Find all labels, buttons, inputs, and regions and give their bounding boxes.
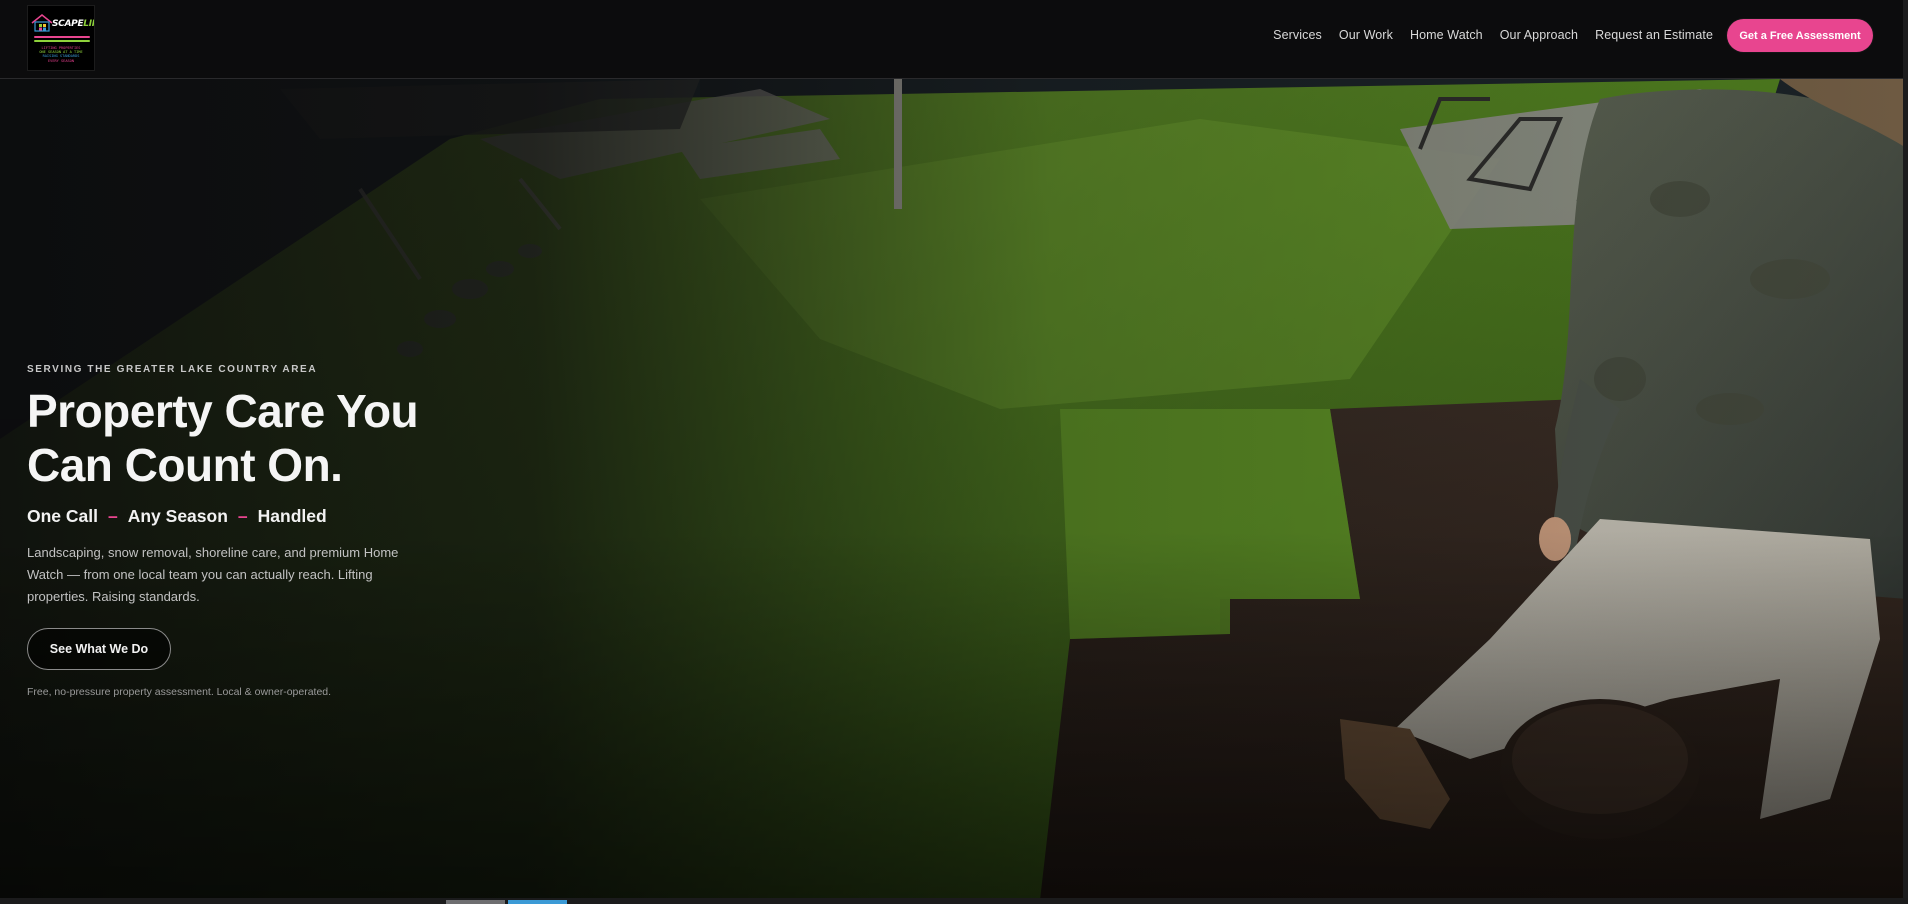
nav-request-estimate[interactable]: Request an Estimate <box>1595 28 1713 42</box>
hero-headline: Property Care You Can Count On. <box>27 384 547 492</box>
free-assessment-button[interactable]: Get a Free Assessment <box>1727 19 1873 52</box>
hero-headline-line2: Can Count On. <box>27 439 343 491</box>
tagline-handled: Handled <box>257 506 327 526</box>
nav-home-watch[interactable]: Home Watch <box>1410 28 1483 42</box>
tagline-separator: – <box>237 506 248 526</box>
scrollbar-track[interactable] <box>1903 0 1908 898</box>
hero-tagline: One Call – Any Season – Handled <box>27 506 327 527</box>
tagline-one-call: One Call <box>27 506 98 526</box>
tagline-separator: – <box>108 506 118 526</box>
logo-wordmark: SCAPELIFT <box>52 19 94 29</box>
house-icon <box>31 14 53 32</box>
scroll-segment-active[interactable] <box>508 900 567 904</box>
logo-tagline: LIFTING PROPERTIES ONE SEASON AT A TIME … <box>39 46 83 63</box>
site-header: SCAPELIFT LIFTING PROPERTIES ONE SEASON … <box>0 0 1908 79</box>
logo-rule <box>34 40 90 42</box>
hero-headline-line1: Property Care You <box>27 385 419 437</box>
nav-our-work[interactable]: Our Work <box>1339 28 1393 42</box>
horizontal-scrollbar[interactable] <box>0 898 1908 904</box>
hero-description: Landscaping, snow removal, shoreline car… <box>27 545 399 604</box>
page: SCAPELIFT LIFTING PROPERTIES ONE SEASON … <box>0 0 1908 904</box>
hero-section: SERVING THE GREATER LAKE COUNTRY AREA Pr… <box>0 79 1908 900</box>
scapelift-logo[interactable]: SCAPELIFT LIFTING PROPERTIES ONE SEASON … <box>27 5 95 71</box>
main-nav: Services Our Work Home Watch Our Approac… <box>1273 28 1713 42</box>
tagline-any-season: Any Season <box>127 506 228 526</box>
scroll-segment[interactable] <box>446 900 505 904</box>
logo-rule <box>34 36 90 38</box>
hero-footnote: Free, no-pressure property assessment. L… <box>27 686 332 698</box>
see-what-we-do-button[interactable]: See What We Do <box>27 628 171 670</box>
nav-our-approach[interactable]: Our Approach <box>1500 28 1578 42</box>
hero-eyebrow: SERVING THE GREATER LAKE COUNTRY AREA <box>27 364 318 375</box>
nav-services[interactable]: Services <box>1273 28 1322 42</box>
